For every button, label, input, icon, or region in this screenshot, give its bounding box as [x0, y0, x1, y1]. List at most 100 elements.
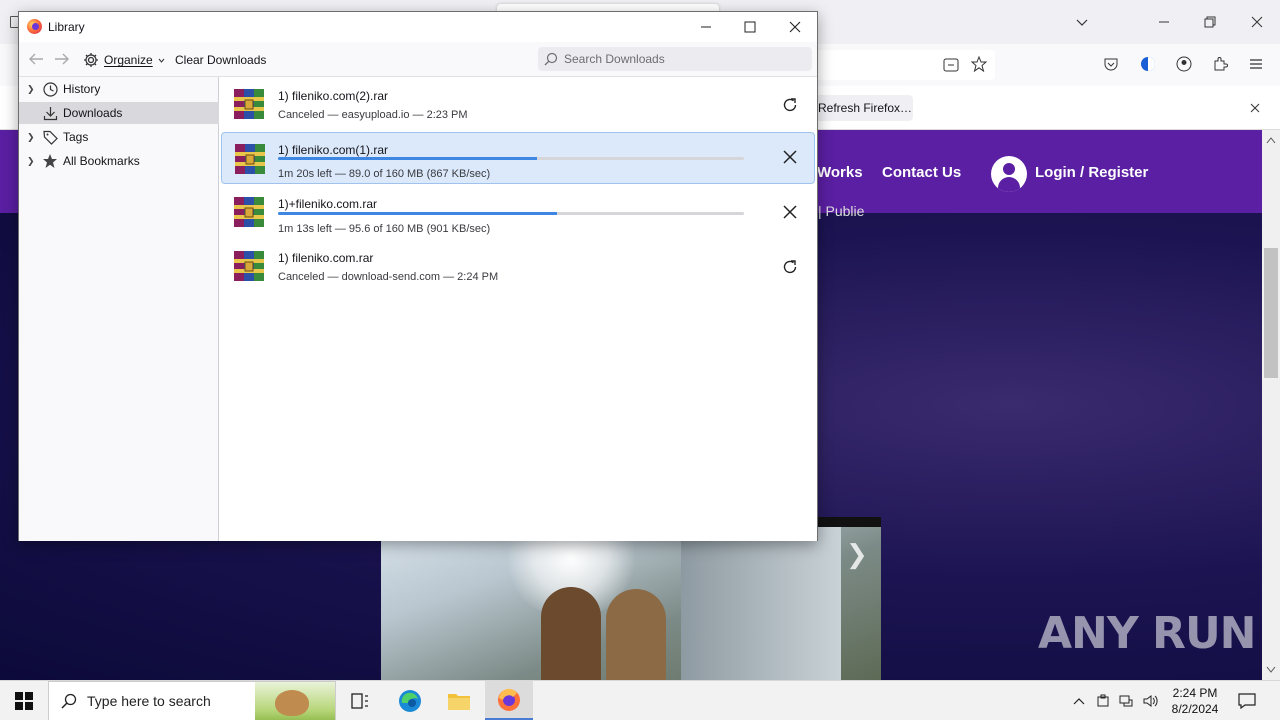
chevron-down-icon: [158, 58, 165, 63]
pocket-icon[interactable]: [1103, 56, 1119, 72]
usb-device-icon[interactable]: [1094, 681, 1112, 720]
download-item[interactable]: 1) fileniko.com.rar Canceled — download-…: [221, 240, 815, 292]
download-item[interactable]: 1)+fileniko.com.rar 1m 13s left — 95.6 o…: [221, 186, 815, 238]
network-icon[interactable]: [1117, 681, 1137, 720]
search-icon: [61, 693, 77, 709]
download-status: 1m 13s left — 95.6 of 160 MB (901 KB/sec…: [278, 223, 491, 235]
windows-logo-icon: [15, 692, 33, 710]
back-arrow-icon[interactable]: [26, 50, 46, 68]
extension-icon[interactable]: [1139, 55, 1157, 73]
organize-button[interactable]: Organize: [83, 49, 165, 71]
sidebar-item-label: Tags: [63, 130, 89, 144]
account-icon[interactable]: [1176, 56, 1192, 72]
download-progress-bar: [278, 157, 744, 160]
cancel-icon[interactable]: [779, 146, 801, 168]
site-nav-works[interactable]: Works: [817, 164, 863, 181]
menu-hamburger-icon[interactable]: [1249, 57, 1263, 71]
expand-chevron-icon[interactable]: ❯: [27, 132, 39, 143]
firefox-logo-icon: [27, 19, 42, 34]
retry-icon[interactable]: [779, 94, 801, 116]
windows-taskbar: Type here to search 2:24 PM 8/2/2024: [0, 680, 1280, 720]
search-placeholder: Search Downloads: [564, 52, 665, 66]
sidebar-item-downloads[interactable]: Downloads: [19, 102, 219, 124]
library-window: Library Organize Clear Downloads Search …: [18, 11, 818, 541]
scrollbar-thumb[interactable]: [1264, 248, 1278, 378]
forward-arrow-icon[interactable]: [52, 50, 72, 68]
download-status: Canceled — download-send.com — 2:24 PM: [278, 271, 499, 283]
winrar-file-icon: [235, 144, 265, 174]
download-file-name: 1)+fileniko.com.rar: [278, 197, 378, 211]
video-thumbnail[interactable]: •—• ❯: [381, 517, 881, 680]
sidebar-item-label: Downloads: [63, 106, 123, 120]
extensions-puzzle-icon[interactable]: [1212, 56, 1228, 72]
winrar-file-icon: [234, 89, 264, 119]
sidebar-item-tags[interactable]: ❯ Tags: [19, 126, 219, 148]
watermark-logo: ANY RUN: [1038, 608, 1256, 659]
close-button[interactable]: [772, 14, 818, 40]
notification-center-icon[interactable]: [1234, 681, 1260, 720]
clock-date: 8/2/2024: [1171, 702, 1219, 716]
download-file-name: 1) fileniko.com.rar: [278, 251, 374, 265]
download-item[interactable]: 1) fileniko.com(2).rar Canceled — easyup…: [221, 78, 815, 130]
user-avatar-icon[interactable]: [991, 156, 1027, 192]
browser-close-button[interactable]: [1245, 10, 1269, 34]
download-status: 1m 20s left — 89.0 of 160 MB (867 KB/sec…: [278, 168, 491, 180]
library-toolbar: Organize Clear Downloads Search Download…: [19, 42, 817, 77]
site-nav-contact[interactable]: Contact Us: [882, 164, 961, 181]
download-progress-bar: [278, 212, 744, 215]
site-subtext: | Publie: [818, 203, 865, 219]
retry-icon[interactable]: [779, 256, 801, 278]
sidebar-item-all-bookmarks[interactable]: ❯ All Bookmarks: [19, 150, 219, 172]
tab-overflow-chevron-icon[interactable]: [1070, 10, 1094, 34]
download-status: Canceled — easyupload.io — 2:23 PM: [278, 109, 468, 121]
edge-browser-icon[interactable]: [386, 681, 434, 720]
page-scrollbar[interactable]: [1262, 130, 1280, 680]
site-nav-login[interactable]: Login / Register: [1035, 164, 1148, 181]
file-explorer-icon[interactable]: [435, 681, 483, 720]
sidebar-item-history[interactable]: ❯ History: [19, 78, 219, 100]
maximize-button[interactable]: [727, 14, 773, 40]
gear-icon: [84, 53, 98, 67]
download-file-name: 1) fileniko.com(1).rar: [278, 143, 389, 157]
winrar-file-icon: [234, 251, 264, 281]
download-item-selected[interactable]: 1) fileniko.com(1).rar 1m 20s left — 89.…: [221, 132, 815, 184]
bookmark-star-icon[interactable]: [970, 55, 988, 73]
clock-time: 2:24 PM: [1172, 686, 1218, 700]
sidebar-item-label: History: [63, 82, 101, 96]
tray-chevron-up-icon[interactable]: [1070, 681, 1088, 720]
expand-chevron-icon[interactable]: ❯: [27, 84, 39, 95]
clear-downloads-button[interactable]: Clear Downloads: [175, 53, 266, 67]
organize-label: Organize: [104, 53, 153, 67]
winrar-file-icon: [234, 197, 264, 227]
notification-close-icon[interactable]: [1247, 100, 1263, 116]
start-button[interactable]: [0, 681, 48, 720]
next-arrow-icon[interactable]: ❯: [846, 539, 868, 570]
search-highlight-image: [255, 682, 335, 720]
task-view-icon[interactable]: [336, 681, 384, 720]
browser-minimize-button[interactable]: [1152, 10, 1176, 34]
url-bar[interactable]: [810, 50, 995, 80]
star-icon: [42, 153, 58, 169]
clock-icon: [42, 81, 58, 97]
window-title: Library: [48, 20, 85, 34]
library-title-bar: Library: [19, 12, 817, 42]
reader-view-icon[interactable]: [942, 56, 960, 74]
volume-icon[interactable]: [1141, 681, 1161, 720]
taskbar-search-placeholder: Type here to search: [87, 693, 211, 709]
firefox-taskbar-icon[interactable]: [485, 681, 533, 720]
download-file-name: 1) fileniko.com(2).rar: [278, 89, 389, 103]
taskbar-clock[interactable]: 2:24 PM 8/2/2024: [1160, 685, 1230, 717]
downloads-list: 1) fileniko.com(2).rar Canceled — easyup…: [219, 77, 817, 541]
search-icon: [544, 52, 558, 66]
search-downloads-field[interactable]: Search Downloads: [538, 47, 812, 71]
sidebar-item-label: All Bookmarks: [63, 154, 140, 168]
cancel-icon[interactable]: [779, 201, 801, 223]
expand-chevron-icon[interactable]: ❯: [27, 156, 39, 167]
refresh-firefox-button[interactable]: Refresh Firefox…: [813, 95, 913, 121]
tag-icon: [42, 129, 58, 145]
taskbar-search-box[interactable]: Type here to search: [48, 681, 336, 720]
minimize-button[interactable]: [683, 14, 729, 40]
library-sidebar: ❯ History Downloads ❯ Tags ❯ All Bookmar…: [19, 77, 219, 541]
browser-restore-button[interactable]: [1198, 10, 1222, 34]
download-icon: [42, 105, 58, 121]
